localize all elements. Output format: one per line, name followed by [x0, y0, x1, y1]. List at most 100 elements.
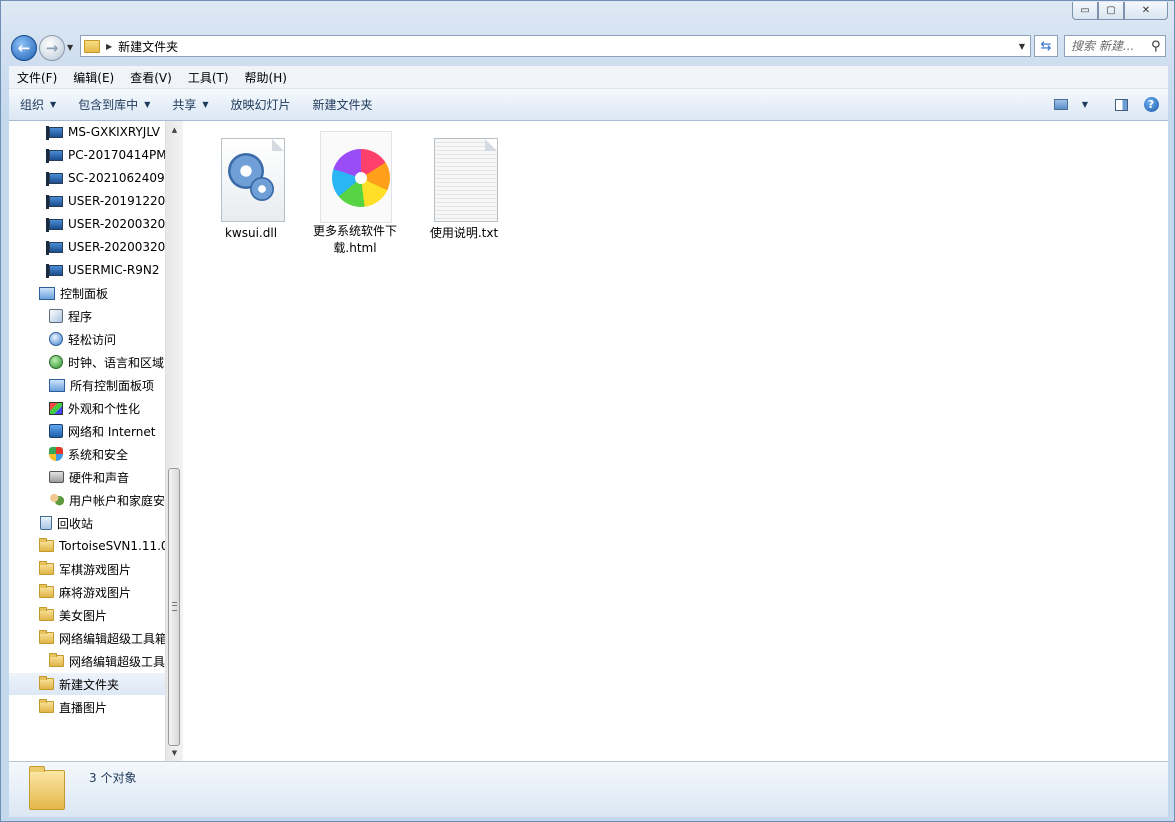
nav-pane-scrollbar[interactable]: ▲ ▼: [165, 121, 183, 761]
nav-item-clock-language-region[interactable]: 时钟、语言和区域: [9, 351, 165, 373]
nav-item-label: 时钟、语言和区域: [68, 355, 165, 370]
refresh-button[interactable]: ⇆: [1034, 35, 1058, 57]
breadcrumb-current[interactable]: 新建文件夹: [118, 38, 178, 55]
include-in-library-label: 包含到库中: [78, 98, 139, 112]
menu-help[interactable]: 帮助(H): [237, 69, 295, 86]
ease-of-access-icon: [49, 332, 63, 346]
search-icon[interactable]: ⚲: [1151, 39, 1161, 54]
nav-item-computer[interactable]: USER-20191220I: [9, 190, 165, 212]
control-panel-icon: [39, 286, 55, 300]
command-bar-right: ▼ ?: [1048, 89, 1168, 120]
command-bar: 组织 ▼ 包含到库中 ▼ 共享 ▼ 放映幻灯片 新建文件夹 ▼ ?: [9, 89, 1168, 121]
folder-icon: [29, 766, 65, 810]
menu-tools[interactable]: 工具(T): [180, 69, 237, 86]
dropdown-arrow-icon: ▼: [202, 100, 209, 109]
nav-item-label: TortoiseSVN1.11.0: [59, 539, 165, 553]
include-in-library-button[interactable]: 包含到库中 ▼: [67, 96, 161, 113]
nav-item-label: USER-20200320.: [68, 217, 165, 231]
nav-item-all-control-panel-items[interactable]: 所有控制面板项: [9, 374, 165, 396]
file-name: 使用说明.txt: [429, 226, 499, 240]
programs-icon: [49, 309, 63, 323]
nav-item-folder[interactable]: 军棋游戏图片: [9, 558, 165, 580]
nav-item-control-panel[interactable]: 控制面板: [9, 282, 165, 304]
nav-item-label: 轻松访问: [68, 332, 117, 347]
appearance-icon: [49, 401, 63, 415]
help-button[interactable]: ?: [1138, 95, 1164, 115]
breadcrumb-chevron-icon[interactable]: ▶: [106, 42, 112, 51]
nav-item-user-accounts[interactable]: 用户帐户和家庭安全: [9, 489, 165, 511]
nav-item-ease-of-access[interactable]: 轻松访问: [9, 328, 165, 350]
navigation-pane[interactable]: MS-GXKIXRYJLV PC-20170414PM SC-202106240…: [9, 121, 165, 761]
minimize-button[interactable]: ▭: [1072, 2, 1098, 20]
back-button[interactable]: ←: [11, 35, 37, 61]
menu-file[interactable]: 文件(F): [9, 69, 65, 86]
nav-item-folder[interactable]: 直播图片: [9, 696, 165, 718]
preview-pane-icon: [1114, 98, 1128, 111]
back-arrow-icon: ←: [17, 39, 31, 57]
change-view-button[interactable]: [1048, 95, 1074, 115]
nav-item-programs[interactable]: 程序: [9, 305, 165, 327]
nav-item-label: USER-20200320: [68, 240, 165, 254]
nav-item-folder-selected[interactable]: 新建文件夹: [9, 673, 165, 695]
folder-icon: [39, 676, 54, 690]
preview-pane-button[interactable]: [1108, 95, 1134, 115]
address-dropdown-button[interactable]: ▼: [1014, 42, 1030, 51]
nav-item-computer[interactable]: USER-20200320: [9, 236, 165, 258]
new-folder-label: 新建文件夹: [312, 98, 373, 112]
item-count: 3 个对象: [89, 771, 137, 785]
nav-item-label: 所有控制面板项: [70, 378, 155, 393]
nav-item-label: 控制面板: [60, 286, 109, 301]
text-file-icon: [429, 133, 499, 223]
file-list-area[interactable]: kwsui.dll 更多系统软件下载.html 使用说明.txt: [183, 121, 1168, 761]
nav-item-label: 硬件和声音: [69, 470, 130, 485]
details-pane: 3 个对象: [9, 761, 1168, 817]
file-item[interactable]: 使用说明.txt: [416, 133, 512, 242]
search-box[interactable]: ⚲: [1064, 35, 1166, 57]
nav-item-computer[interactable]: USER-20200320.: [9, 213, 165, 235]
forward-button[interactable]: →: [39, 35, 65, 61]
nav-item-hardware-sound[interactable]: 硬件和声音: [9, 466, 165, 488]
organize-button[interactable]: 组织 ▼: [9, 96, 67, 113]
nav-item-label: 美女图片: [59, 608, 108, 623]
nav-item-label: 用户帐户和家庭安全: [69, 493, 165, 508]
close-button[interactable]: ✕: [1124, 2, 1168, 20]
new-folder-button[interactable]: 新建文件夹: [302, 96, 384, 113]
nav-item-folder[interactable]: 麻将游戏图片: [9, 581, 165, 603]
scroll-thumb[interactable]: [168, 468, 180, 746]
nav-item-recycle-bin[interactable]: 回收站: [9, 512, 165, 534]
nav-item-folder[interactable]: 网络编辑超级工具箱: [9, 627, 165, 649]
nav-item-computer[interactable]: SC-20210624091: [9, 167, 165, 189]
menu-edit[interactable]: 编辑(E): [65, 69, 122, 86]
nav-item-computer[interactable]: MS-GXKIXRYJLV: [9, 121, 165, 143]
view-options-dropdown[interactable]: ▼: [1078, 95, 1092, 115]
nav-item-folder[interactable]: 网络编辑超级工具箱: [9, 650, 165, 672]
scroll-up-button[interactable]: ▲: [166, 121, 183, 138]
system-security-icon: [49, 447, 63, 461]
nav-item-system-security[interactable]: 系统和安全: [9, 443, 165, 465]
file-item[interactable]: kwsui.dll: [203, 133, 299, 242]
folder-icon: [39, 607, 54, 621]
scroll-down-button[interactable]: ▼: [166, 744, 183, 761]
menu-view[interactable]: 查看(V): [122, 69, 180, 86]
nav-item-computer[interactable]: USERMIC-R9N2: [9, 259, 165, 281]
pinwheel-logo: [332, 149, 390, 207]
nav-item-label: 程序: [68, 309, 93, 324]
file-item[interactable]: 更多系统软件下载.html: [307, 131, 403, 257]
computer-icon: [46, 217, 63, 232]
nav-item-label: SC-20210624091: [68, 171, 165, 185]
computer-icon: [46, 171, 63, 186]
search-input[interactable]: [1071, 39, 1149, 53]
nav-item-computer[interactable]: PC-20170414PM: [9, 144, 165, 166]
nav-item-folder[interactable]: TortoiseSVN1.11.0: [9, 535, 165, 557]
nav-item-appearance[interactable]: 外观和个性化: [9, 397, 165, 419]
slideshow-button[interactable]: 放映幻灯片: [220, 96, 302, 113]
folder-icon: [39, 699, 54, 713]
computer-icon: [46, 148, 63, 163]
page-corner: [272, 139, 284, 151]
nav-item-folder[interactable]: 美女图片: [9, 604, 165, 626]
recent-pages-button[interactable]: ▼: [67, 43, 73, 52]
maximize-button[interactable]: ▢: [1098, 2, 1124, 20]
nav-item-network[interactable]: 网络和 Internet: [9, 420, 165, 442]
share-button[interactable]: 共享 ▼: [161, 96, 219, 113]
address-bar[interactable]: ▶ 新建文件夹 ▼: [80, 35, 1031, 57]
